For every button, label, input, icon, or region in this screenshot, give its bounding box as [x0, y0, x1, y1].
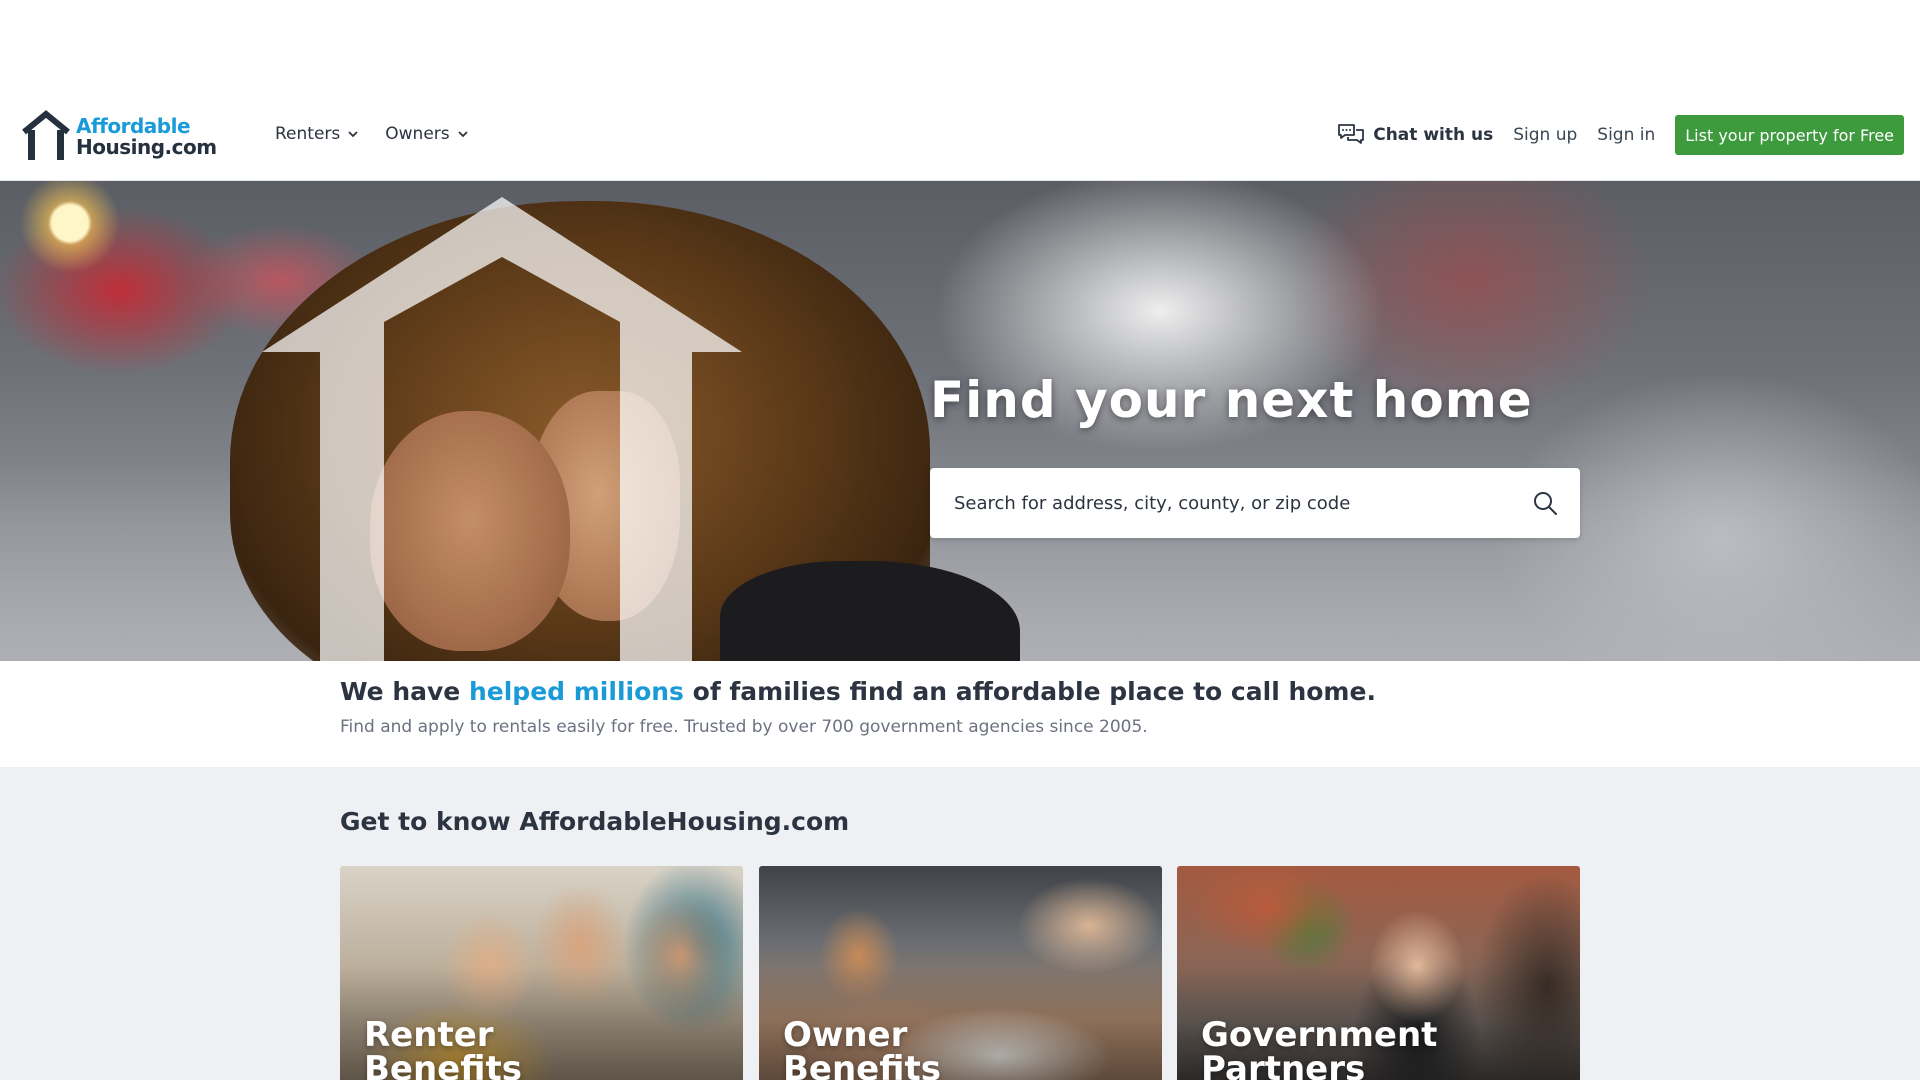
house-outline-overlay-icon [262, 197, 742, 661]
trust-headline-lead: We have [340, 677, 461, 706]
trust-subtitle: Find and apply to rentals easily for fre… [340, 717, 1148, 737]
logo-line-housing: Housing.com [76, 134, 217, 159]
trust-headline-highlight: helped millions [468, 677, 684, 706]
sign-in-link[interactable]: Sign in [1597, 125, 1655, 145]
trust-headline: We have helped millions of families find… [340, 677, 1376, 706]
chat-label: Chat with us [1373, 125, 1494, 145]
card-title-line2: Partners [1201, 1049, 1366, 1080]
top-ad-space [0, 0, 1920, 98]
hero-banner: Find your next home [0, 181, 1920, 661]
card-title-line1: Renter [364, 1015, 494, 1055]
nav-owners-label: Owners [385, 124, 450, 144]
card-title-line1: Government [1201, 1015, 1438, 1055]
government-partners-card[interactable]: Government Partners [1177, 866, 1580, 1080]
card-title: Renter Benefits [364, 1018, 522, 1080]
nav-renters-dropdown[interactable]: Renters [275, 124, 359, 144]
main-nav: Renters Owners [275, 124, 469, 144]
site-logo[interactable]: Affordable Housing.com [20, 106, 220, 166]
card-title-line2: Benefits [364, 1049, 522, 1080]
nav-owners-dropdown[interactable]: Owners [385, 124, 468, 144]
house-outline-icon [22, 110, 70, 160]
location-search-input[interactable] [954, 492, 1532, 514]
card-title-line1: Owner [783, 1015, 908, 1055]
get-to-know-section: Get to know AffordableHousing.com Renter… [0, 767, 1920, 1080]
nav-renters-label: Renters [275, 124, 341, 144]
search-icon[interactable] [1532, 490, 1558, 516]
renter-benefits-card[interactable]: Renter Benefits [340, 866, 743, 1080]
chevron-down-icon [348, 131, 358, 138]
chevron-down-icon [458, 131, 468, 138]
section-title: Get to know AffordableHousing.com [340, 807, 850, 836]
hero-search-box [930, 468, 1580, 538]
header-actions: Chat with us Sign up Sign in List your p… [1337, 115, 1904, 155]
card-title: Government Partners [1201, 1018, 1437, 1080]
list-property-button[interactable]: List your property for Free [1675, 115, 1904, 155]
sign-up-link[interactable]: Sign up [1513, 125, 1577, 145]
trust-headline-rest: of families find an affordable place to … [692, 677, 1376, 706]
card-title-line2: Benefits [783, 1049, 941, 1080]
chat-bubbles-icon [1338, 124, 1365, 144]
site-header: Affordable Housing.com Renters Owners Ch… [0, 98, 1920, 181]
hero-title: Find your next home [930, 371, 1533, 429]
logo-wordmark: Affordable Housing.com [76, 116, 217, 157]
logo-line-affordable: Affordable [76, 113, 191, 138]
owner-benefits-card[interactable]: Owner Benefits [759, 866, 1162, 1080]
card-title: Owner Benefits [783, 1018, 941, 1080]
trust-band: We have helped millions of families find… [0, 661, 1920, 767]
chat-with-us-link[interactable]: Chat with us [1337, 123, 1493, 147]
